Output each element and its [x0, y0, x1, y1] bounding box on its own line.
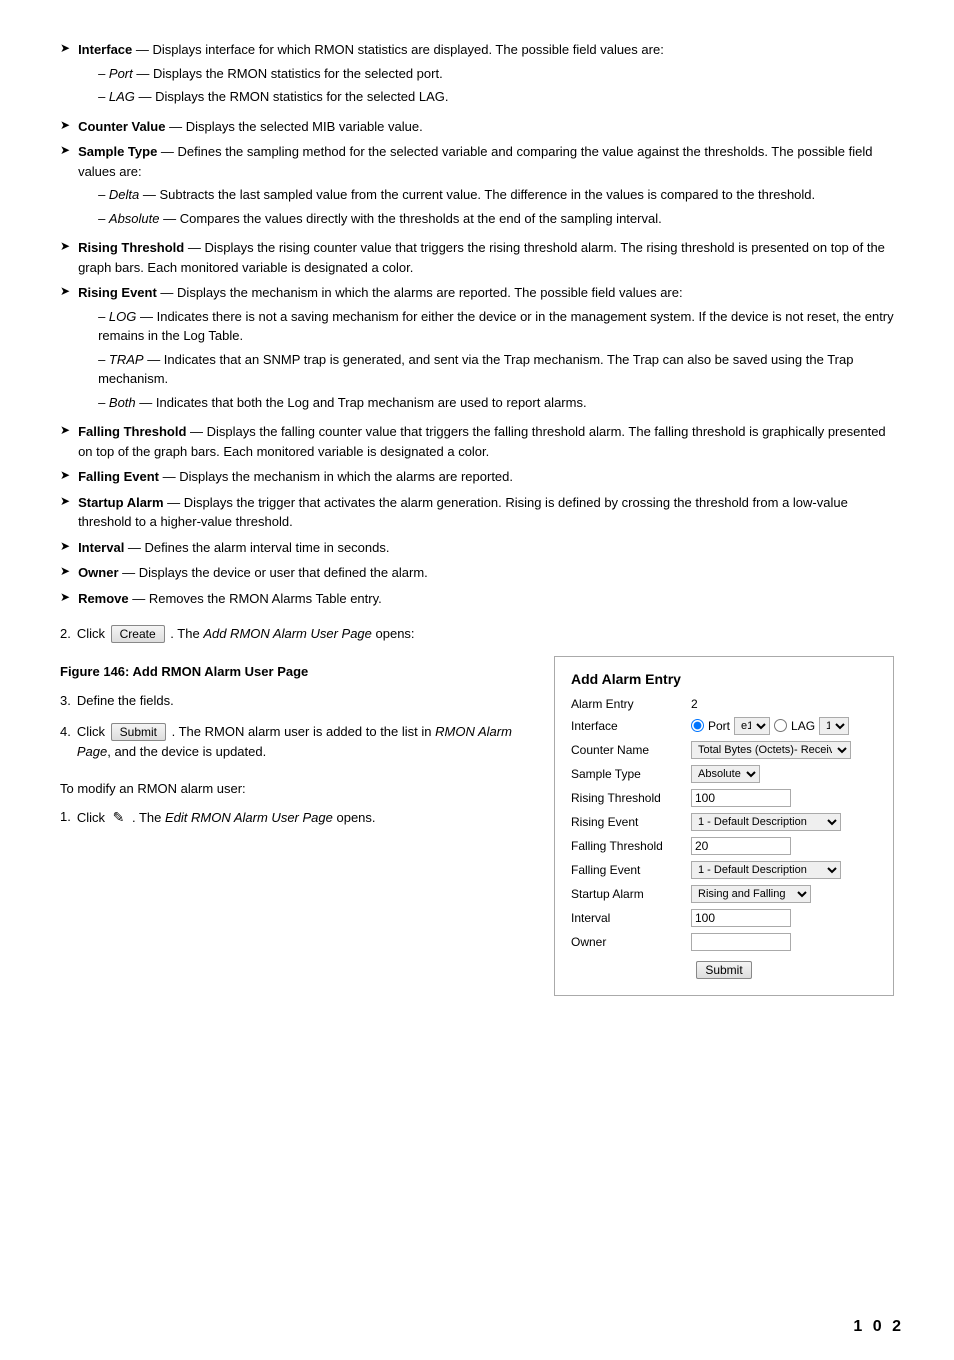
step2-italic: Add RMON Alarm User Page [203, 626, 372, 641]
bullet-arrow: ➤ [60, 118, 70, 132]
label-alarm-entry: Alarm Entry [571, 697, 691, 711]
radio-lag[interactable] [774, 719, 787, 732]
bullet-text: Remove — Removes the RMON Alarms Table e… [78, 589, 894, 609]
label-interface: Interface [571, 719, 691, 733]
step2-post: . The [170, 626, 199, 641]
rising-event-select[interactable]: 1 - Default Description [691, 813, 841, 831]
label-rising-event: Rising Event [571, 815, 691, 829]
sub-bullet: – TRAP — Indicates that an SNMP trap is … [98, 350, 894, 389]
pencil-icon[interactable]: ✎ [113, 807, 125, 828]
bullet-text: Rising Threshold — Displays the rising c… [78, 238, 894, 277]
form-submit-button[interactable]: Submit [696, 961, 751, 979]
sub-bullet: – Absolute — Compares the values directl… [98, 209, 894, 229]
sub-bullets: – Port — Displays the RMON statistics fo… [98, 64, 894, 107]
radio-port[interactable] [691, 719, 704, 732]
label-interval: Interval [571, 911, 691, 925]
step4-num: 4. [60, 722, 71, 742]
step3-text: Define the fields. [77, 691, 524, 711]
startup-alarm-select[interactable]: Rising and Falling Rising Falling [691, 885, 811, 903]
port-select[interactable]: e1 [734, 717, 770, 735]
sub-bullet: – Both — Indicates that both the Log and… [98, 393, 894, 413]
step2-suffix: opens: [376, 626, 415, 641]
sub-bullet: – LAG — Displays the RMON statistics for… [98, 87, 894, 107]
bullet-text: Rising Event — Displays the mechanism in… [78, 283, 894, 416]
bullet-item: ➤ Falling Event — Displays the mechanism … [60, 467, 894, 487]
label-sample-type: Sample Type [571, 767, 691, 781]
modify-italic: Edit RMON Alarm User Page [165, 810, 333, 825]
bullet-text: Counter Value — Displays the selected MI… [78, 117, 894, 137]
bullet-item: ➤ Rising Event — Displays the mechanism i… [60, 283, 894, 416]
modify-click-label: Click [77, 810, 105, 825]
bullet-text: Interface — Displays interface for which… [78, 40, 894, 111]
sub-bullet: – LOG — Indicates there is not a saving … [98, 307, 894, 346]
bullet-item: ➤ Remove — Removes the RMON Alarms Table … [60, 589, 894, 609]
submit-button-step4[interactable]: Submit [111, 723, 166, 741]
bullet-arrow: ➤ [60, 539, 70, 553]
bullet-text: Sample Type — Defines the sampling metho… [78, 142, 894, 232]
bullet-item: ➤ Interface — Displays interface for whic… [60, 40, 894, 111]
bullet-arrow: ➤ [60, 41, 70, 55]
page-number: 1 0 2 [853, 1318, 904, 1336]
modify-step1-num: 1. [60, 807, 71, 827]
step2-num: 2. [60, 624, 71, 644]
falling-threshold-input[interactable] [691, 837, 791, 855]
bullet-arrow: ➤ [60, 564, 70, 578]
modify-suffix: opens. [336, 810, 375, 825]
sub-bullet: – Delta — Subtracts the last sampled val… [98, 185, 894, 205]
bullet-text: Interval — Defines the alarm interval ti… [78, 538, 894, 558]
lag-select[interactable]: 1 [819, 717, 849, 735]
bullet-arrow: ➤ [60, 494, 70, 508]
bullet-arrow: ➤ [60, 284, 70, 298]
bullet-arrow: ➤ [60, 143, 70, 157]
step4-click-label: Click [77, 724, 105, 739]
radio-port-label: Port [708, 719, 730, 733]
bullet-arrow: ➤ [60, 468, 70, 482]
label-falling-threshold: Falling Threshold [571, 839, 691, 853]
bullet-text: Falling Event — Displays the mechanism i… [78, 467, 894, 487]
step4-suffix: , and the device is updated. [107, 744, 266, 759]
counter-name-select[interactable]: Total Bytes (Octets)- Receive [691, 741, 851, 759]
value-alarm-entry: 2 [691, 697, 877, 711]
create-button[interactable]: Create [111, 625, 165, 643]
radio-lag-label: LAG [791, 719, 815, 733]
bullet-item: ➤ Rising Threshold — Displays the rising … [60, 238, 894, 277]
step3-num: 3. [60, 691, 71, 711]
bullet-text: Startup Alarm — Displays the trigger tha… [78, 493, 894, 532]
bullet-arrow: ➤ [60, 590, 70, 604]
label-startup-alarm: Startup Alarm [571, 887, 691, 901]
label-counter-name: Counter Name [571, 743, 691, 757]
bullet-arrow: ➤ [60, 423, 70, 437]
step4-post: . The RMON alarm user is added to the li… [172, 724, 432, 739]
bullet-text: Falling Threshold — Displays the falling… [78, 422, 894, 461]
sample-type-select[interactable]: Absolute Delta [691, 765, 760, 783]
bullet-arrow: ➤ [60, 239, 70, 253]
form-title: Add Alarm Entry [571, 671, 877, 687]
step2-click-label: Click [77, 626, 105, 641]
label-rising-threshold: Rising Threshold [571, 791, 691, 805]
bullet-item: ➤ Counter Value — Displays the selected M… [60, 117, 894, 137]
modify-post: . The [132, 810, 161, 825]
interval-input[interactable] [691, 909, 791, 927]
label-owner: Owner [571, 935, 691, 949]
sub-bullets: – LOG — Indicates there is not a saving … [98, 307, 894, 413]
add-alarm-form: Add Alarm Entry Alarm Entry 2 Interface … [554, 656, 894, 996]
bullet-item: ➤ Owner — Displays the device or user tha… [60, 563, 894, 583]
rising-threshold-input[interactable] [691, 789, 791, 807]
falling-event-select[interactable]: 1 - Default Description [691, 861, 841, 879]
label-falling-event: Falling Event [571, 863, 691, 877]
bullet-item: ➤ Startup Alarm — Displays the trigger th… [60, 493, 894, 532]
figure-caption: Figure 146: Add RMON Alarm User Page [60, 664, 524, 679]
modify-heading: To modify an RMON alarm user: [60, 779, 524, 799]
bullet-text: Owner — Displays the device or user that… [78, 563, 894, 583]
sub-bullet: – Port — Displays the RMON statistics fo… [98, 64, 894, 84]
bullet-item: ➤ Sample Type — Defines the sampling meth… [60, 142, 894, 232]
sub-bullets: – Delta — Subtracts the last sampled val… [98, 185, 894, 228]
bullet-item: ➤ Falling Threshold — Displays the fallin… [60, 422, 894, 461]
owner-input[interactable] [691, 933, 791, 951]
bullet-item: ➤ Interval — Defines the alarm interval t… [60, 538, 894, 558]
